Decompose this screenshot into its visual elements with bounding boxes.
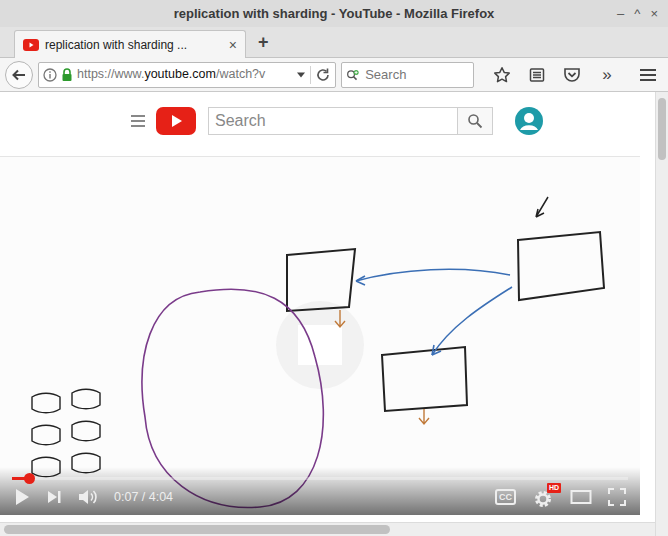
dropdown-icon[interactable] (296, 71, 306, 79)
vertical-scrollbar[interactable] (655, 92, 668, 536)
info-icon[interactable] (43, 68, 57, 82)
url-text: https://www.youtube.com/watch?v (77, 65, 292, 84)
browser-search[interactable] (341, 62, 474, 88)
menu-button[interactable] (633, 61, 663, 89)
browser-search-input[interactable] (365, 65, 469, 85)
youtube-header (0, 92, 655, 150)
window-title: replication with sharding - YouTube - Mo… (80, 4, 588, 24)
scroll-thumb[interactable] (4, 525, 390, 534)
lock-icon (61, 68, 73, 82)
captions-button[interactable]: CC (495, 489, 516, 505)
horizontal-scrollbar[interactable] (0, 522, 655, 536)
reading-list-button[interactable] (522, 61, 552, 89)
video-player[interactable]: 0:07 / 4:04 CC HD (0, 156, 640, 515)
youtube-search-button[interactable] (457, 107, 493, 135)
hd-badge: HD (547, 483, 561, 493)
tab-close-button[interactable]: × (229, 38, 237, 52)
scrubber-handle[interactable] (24, 473, 35, 484)
search-engine-icon[interactable] (346, 68, 361, 82)
navigation-bar: https://www.youtube.com/watch?v » (0, 58, 668, 92)
player-controls: 0:07 / 4:04 CC HD (0, 467, 640, 515)
close-button[interactable]: × (650, 4, 658, 24)
youtube-search[interactable] (208, 107, 457, 135)
settings-button[interactable]: HD (532, 486, 554, 508)
tab-label: replication with sharding ... (45, 36, 223, 54)
menu-icon (639, 68, 657, 82)
minimize-button[interactable]: – (617, 4, 624, 24)
pocket-button[interactable] (557, 61, 587, 89)
magnifier-icon (467, 113, 483, 129)
tab-bar: replication with sharding ... × + (0, 27, 668, 58)
back-arrow-icon (11, 67, 27, 83)
pocket-icon (563, 67, 581, 83)
progress-fill (12, 477, 30, 480)
time-display: 0:07 / 4:04 (114, 488, 173, 507)
title-bar: replication with sharding - YouTube - Mo… (0, 0, 668, 27)
progress-track[interactable] (12, 477, 628, 480)
youtube-search-input[interactable] (215, 109, 451, 133)
fullscreen-icon[interactable] (608, 488, 626, 506)
whiteboard-frame (0, 157, 640, 515)
reading-list-icon (529, 67, 545, 83)
youtube-favicon-icon (23, 39, 39, 51)
address-bar[interactable]: https://www.youtube.com/watch?v (38, 62, 336, 88)
new-tab-button[interactable]: + (246, 33, 281, 51)
play-icon[interactable] (14, 488, 30, 506)
theater-mode-icon[interactable] (570, 489, 592, 505)
bookmark-button[interactable] (487, 61, 517, 89)
back-button[interactable] (5, 61, 33, 89)
guide-menu-icon[interactable] (130, 114, 146, 128)
youtube-logo-icon[interactable] (156, 107, 196, 135)
reload-icon[interactable] (315, 67, 331, 83)
overflow-button[interactable]: » (592, 61, 622, 89)
star-icon (493, 66, 511, 84)
next-icon[interactable] (46, 489, 62, 505)
web-page: 0:07 / 4:04 CC HD (0, 92, 655, 522)
volume-icon[interactable] (78, 488, 98, 506)
scroll-thumb[interactable] (658, 98, 666, 160)
window-controls: –^ × (588, 4, 668, 24)
browser-tab[interactable]: replication with sharding ... × (14, 30, 246, 58)
maximize-button[interactable]: ^ (634, 4, 640, 24)
avatar-icon[interactable] (515, 107, 543, 135)
